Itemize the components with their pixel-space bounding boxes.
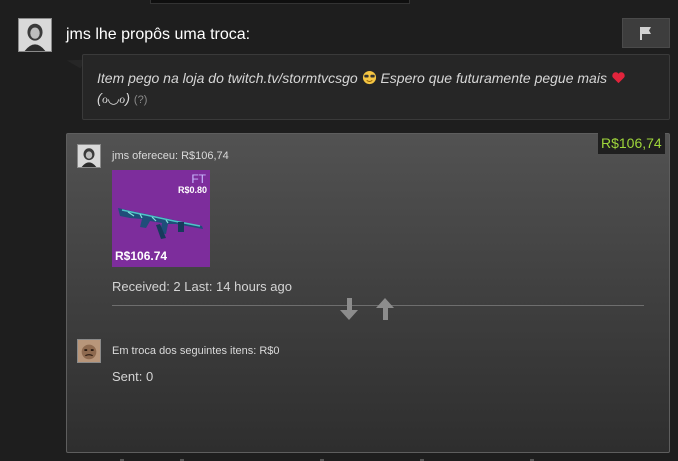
message-text-part1: Item pego na loja do twitch.tv/stormtvcs… bbox=[97, 70, 358, 86]
swap-up-arrow-icon bbox=[376, 298, 394, 320]
bottom-divider-ticks bbox=[120, 459, 534, 461]
top-bar-fragment bbox=[150, 0, 410, 4]
offer-title: jms lhe propôs uma troca: bbox=[66, 26, 251, 43]
rifle-icon bbox=[118, 208, 203, 239]
message-text-part3: (ℴ◡ℴ) bbox=[97, 90, 131, 106]
you-trade-stats: Sent: 0 bbox=[112, 369, 154, 384]
item-price-big: R$106.74 bbox=[115, 249, 168, 263]
swap-down-arrow-icon bbox=[340, 298, 358, 320]
you-avatar[interactable] bbox=[77, 339, 101, 363]
item-tile-ak47[interactable]: FT R$0.80 R$106.74 bbox=[112, 170, 210, 267]
them-avatar[interactable] bbox=[77, 144, 101, 168]
message-text-part2: Espero que futuramente pegue mais bbox=[380, 70, 607, 86]
sunglasses-emoji-icon bbox=[362, 70, 376, 85]
report-flag-button[interactable] bbox=[622, 18, 670, 48]
you-offer-header: Em troca dos seguintes itens: R$0 bbox=[112, 345, 280, 357]
message-bubble: Item pego na loja do twitch.tv/stormtvcs… bbox=[82, 54, 670, 120]
message-help-link[interactable]: (?) bbox=[134, 94, 147, 106]
offer-message: Item pego na loja do twitch.tv/stormtvcs… bbox=[97, 68, 657, 110]
item-wear-label: FT bbox=[191, 172, 206, 186]
them-trade-stats: Received: 2 Last: 14 hours ago bbox=[112, 279, 292, 294]
them-offer-header: jms ofereceu: R$106,74 bbox=[112, 150, 229, 162]
offer-total-value: R$106,74 bbox=[598, 132, 665, 154]
flag-icon bbox=[640, 27, 651, 40]
sender-avatar[interactable] bbox=[18, 18, 52, 52]
heart-emoji-icon bbox=[612, 72, 625, 84]
